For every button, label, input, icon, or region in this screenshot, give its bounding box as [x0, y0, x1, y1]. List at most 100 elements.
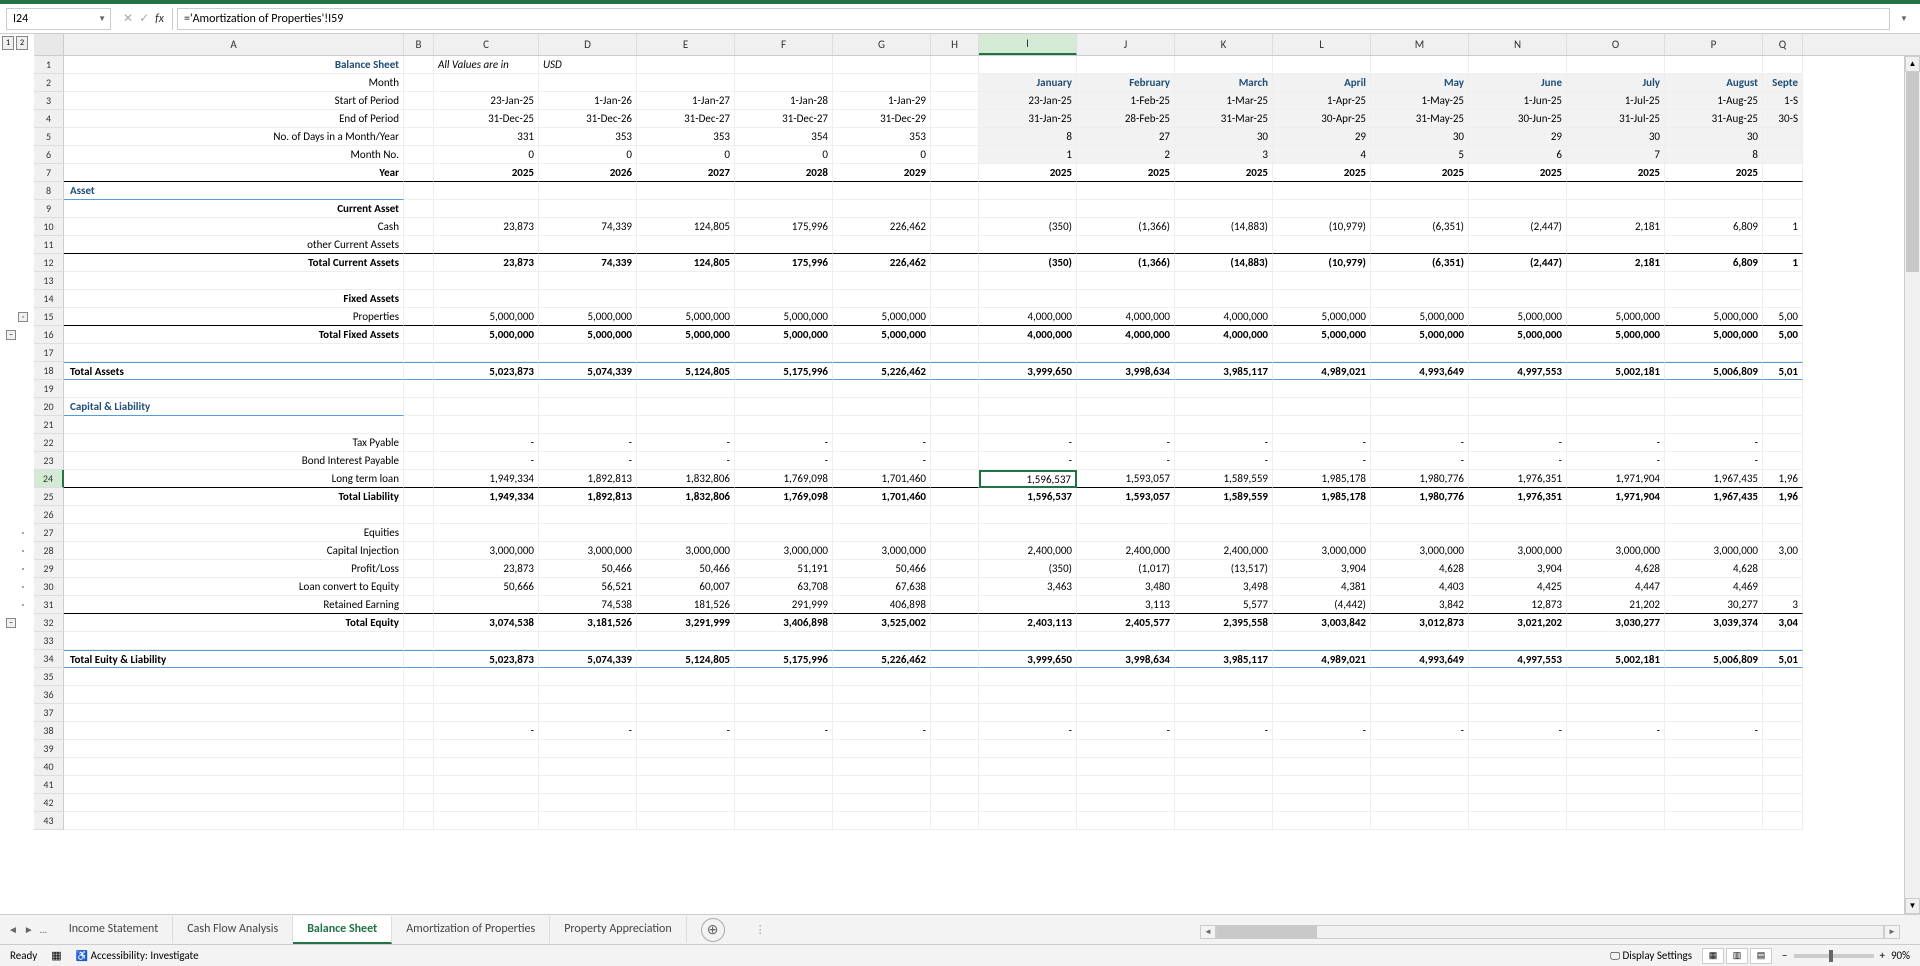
cell-P10[interactable]: 6,809 — [1665, 218, 1763, 236]
row-header-15[interactable]: 15 — [34, 308, 64, 326]
cell[interactable] — [979, 632, 1077, 650]
cell[interactable] — [64, 416, 404, 434]
row-header-39[interactable]: 39 — [34, 740, 64, 758]
cell-Q42[interactable] — [1763, 794, 1803, 812]
cell[interactable] — [64, 776, 404, 794]
cell-I42[interactable] — [979, 794, 1077, 812]
cell-J30[interactable]: 3,480 — [1077, 578, 1175, 596]
cell-J32[interactable]: 2,405,577 — [1077, 614, 1175, 632]
cell[interactable] — [404, 56, 434, 74]
cell[interactable] — [833, 632, 931, 650]
cell-F15[interactable]: 5,000,000 — [735, 308, 833, 326]
cell[interactable] — [1469, 344, 1567, 362]
cell-F28[interactable]: 3,000,000 — [735, 542, 833, 560]
cell[interactable] — [637, 182, 735, 200]
cell-M5[interactable]: 30 — [1371, 128, 1469, 146]
cell-O4[interactable]: 31-Jul-25 — [1567, 110, 1665, 128]
cell[interactable] — [1469, 416, 1567, 434]
cell-Q15[interactable]: 5,00 — [1763, 308, 1803, 326]
cell-O28[interactable]: 3,000,000 — [1567, 542, 1665, 560]
cell-M40[interactable] — [1371, 758, 1469, 776]
cell-K35[interactable] — [1175, 668, 1273, 686]
cell-K40[interactable] — [1175, 758, 1273, 776]
cell[interactable] — [404, 470, 434, 488]
row-label-31[interactable]: Retained Earning — [64, 596, 404, 614]
cell-I35[interactable] — [979, 668, 1077, 686]
cell[interactable] — [637, 200, 735, 218]
section-asset[interactable]: Asset — [64, 182, 404, 200]
cell-N30[interactable]: 4,425 — [1469, 578, 1567, 596]
cell[interactable] — [1077, 182, 1175, 200]
cell-O23[interactable]: - — [1567, 452, 1665, 470]
cell-G35[interactable] — [833, 668, 931, 686]
cell-C16[interactable]: 5,000,000 — [434, 326, 539, 344]
cell[interactable] — [404, 704, 434, 722]
cell-G37[interactable] — [833, 704, 931, 722]
total-el-H[interactable] — [931, 650, 979, 668]
cell-J5[interactable]: 27 — [1077, 128, 1175, 146]
cell[interactable] — [979, 398, 1077, 416]
cell[interactable] — [1273, 200, 1371, 218]
cell[interactable] — [1665, 272, 1763, 290]
cell[interactable] — [404, 362, 434, 380]
cell[interactable] — [64, 344, 404, 362]
cell-H42[interactable] — [931, 794, 979, 812]
cell-E12[interactable]: 124,805 — [637, 254, 735, 272]
cell-F35[interactable] — [735, 668, 833, 686]
cell-D3[interactable]: 1-Jan-26 — [539, 92, 637, 110]
cell-M37[interactable] — [1371, 704, 1469, 722]
cell[interactable] — [404, 452, 434, 470]
cell-L41[interactable] — [1273, 776, 1371, 794]
cell-K27[interactable] — [1175, 524, 1273, 542]
row-header-4[interactable]: 4 — [34, 110, 64, 128]
cell[interactable] — [1469, 290, 1567, 308]
cell[interactable] — [1077, 272, 1175, 290]
cell-O25[interactable]: 1,971,904 — [1567, 488, 1665, 506]
total-el-D[interactable]: 5,074,339 — [539, 650, 637, 668]
cell[interactable] — [1175, 398, 1273, 416]
year-K[interactable]: 2025 — [1175, 164, 1273, 182]
cell-N10[interactable]: (2,447) — [1469, 218, 1567, 236]
cell-K25[interactable]: 1,589,559 — [1175, 488, 1273, 506]
cell-M43[interactable] — [1371, 812, 1469, 830]
cell[interactable] — [539, 182, 637, 200]
cell-N22[interactable]: - — [1469, 434, 1567, 452]
cell-D36[interactable] — [539, 686, 637, 704]
row-header-25[interactable]: 25 — [34, 488, 64, 506]
cell-P25[interactable]: 1,967,435 — [1665, 488, 1763, 506]
cell-P5[interactable]: 30 — [1665, 128, 1763, 146]
row-label-22[interactable]: Tax Pyable — [64, 434, 404, 452]
cell-K22[interactable]: - — [1175, 434, 1273, 452]
month-header-L[interactable]: April — [1273, 74, 1371, 92]
cell-D16[interactable]: 5,000,000 — [539, 326, 637, 344]
cell-Q31[interactable]: 3 — [1763, 596, 1803, 614]
row-label-5[interactable]: No. of Days in a Month/Year — [64, 128, 404, 146]
cell-L31[interactable]: (4,442) — [1273, 596, 1371, 614]
cell-N28[interactable]: 3,000,000 — [1469, 542, 1567, 560]
cell-Q39[interactable] — [1763, 740, 1803, 758]
cell[interactable] — [404, 128, 434, 146]
scroll-right-icon[interactable]: ► — [1884, 925, 1900, 939]
cell[interactable] — [64, 380, 404, 398]
cell-I25[interactable]: 1,596,537 — [979, 488, 1077, 506]
column-header-L[interactable]: L — [1273, 34, 1371, 55]
cell[interactable] — [1371, 56, 1469, 74]
cell-G25[interactable]: 1,701,460 — [833, 488, 931, 506]
cell[interactable] — [1077, 290, 1175, 308]
cell[interactable] — [1273, 416, 1371, 434]
cell-N37[interactable] — [1469, 704, 1567, 722]
outline-toggle-row-16[interactable]: − — [6, 330, 16, 340]
cell-F31[interactable]: 291,999 — [735, 596, 833, 614]
cell[interactable] — [1665, 290, 1763, 308]
month-header-G[interactable] — [833, 74, 931, 92]
cell[interactable] — [1763, 380, 1803, 398]
cell-I16[interactable]: 4,000,000 — [979, 326, 1077, 344]
year-N[interactable]: 2025 — [1469, 164, 1567, 182]
cell-D35[interactable] — [539, 668, 637, 686]
cell-P16[interactable]: 5,000,000 — [1665, 326, 1763, 344]
row-header-19[interactable]: 19 — [34, 380, 64, 398]
cell-C28[interactable]: 3,000,000 — [434, 542, 539, 560]
cell-Q24[interactable]: 1,96 — [1763, 470, 1803, 488]
cell-J36[interactable] — [1077, 686, 1175, 704]
cell-G31[interactable]: 406,898 — [833, 596, 931, 614]
